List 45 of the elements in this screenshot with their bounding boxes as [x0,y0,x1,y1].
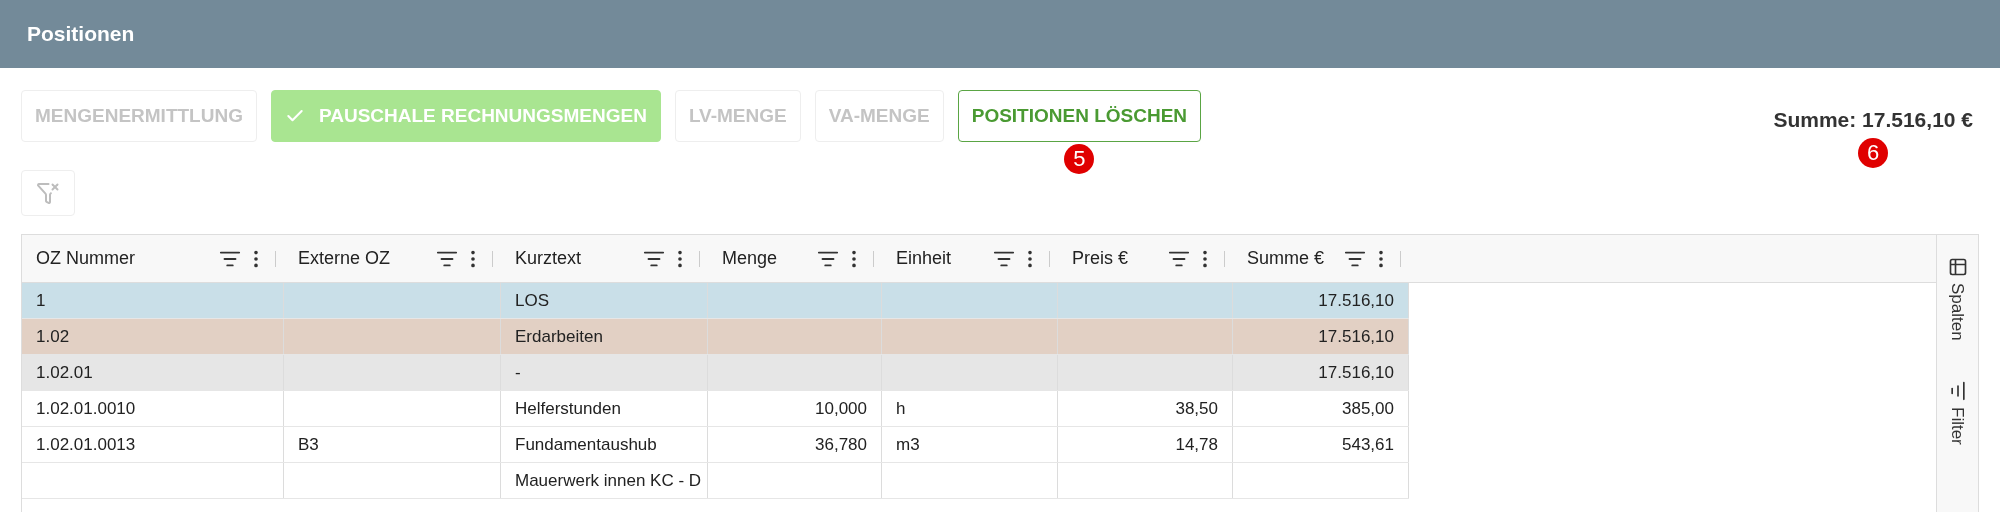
table-cell-text: 38,50 [1175,397,1218,420]
table-cell-text: Helferstunden [515,397,621,420]
column-header[interactable]: Einheit [882,235,1058,282]
column-header[interactable]: Preis € [1058,235,1233,282]
table-row[interactable]: Mauerwerk innen KC - D [22,463,1409,499]
side-panel-tab[interactable]: Spalten [1944,257,1971,341]
table-cell-text: m3 [896,433,920,456]
number-marker: 5 [1064,144,1095,174]
table-cell-text: 17.516,10 [1318,325,1394,348]
table-row[interactable]: 1.02.01 - 17.516,10 [22,355,1409,391]
table-row[interactable]: 1.02.01.0013 B3 Fundamentaushub 36,780 m3 14,78 543,61 [22,427,1409,463]
table-cell-text: 1 [36,289,46,312]
columns-icon [1947,257,1968,277]
table-row[interactable]: 1 LOS 17.516,10 [22,283,1409,319]
table-cell-text: 543,61 [1342,433,1394,456]
table-cell-text: 17.516,10 [1318,361,1394,384]
table-cell-text: LOS [515,289,550,312]
table-cell-text: Fundamentaushub [515,433,657,456]
side-panel-tab[interactable]: Filter [1944,380,1971,445]
table-cell-text: 1.02.01 [36,361,93,384]
total-sum: Summe: 17.516,10 € [1773,108,1973,131]
column-header[interactable]: Externe OZ [284,235,501,282]
table-row[interactable]: 1.02 Erdarbeiten 17.516,10 [22,319,1409,355]
toolbar-button[interactable]: POSITIONEN LÖSCHEN [957,90,1202,142]
table-cell-text: 10,000 [815,397,867,420]
column-header[interactable]: Summe € [1233,235,1409,282]
table-cell-text: Erdarbeiten [515,325,603,348]
column-header[interactable]: Kurztext [501,235,708,282]
column-header[interactable]: OZ Nummer [22,235,284,282]
table-cell-text: 17.516,10 [1318,289,1394,312]
filter-off-icon [36,181,60,205]
table-row[interactable]: 1.02.01.0010 Helferstunden 10,000 h 38,50 385,00 [22,391,1409,427]
column-header[interactable]: Menge [708,235,882,282]
table-cell-text: - [515,361,521,384]
page-title: Positionen [27,21,135,48]
table-cell-text: 14,78 [1175,433,1218,456]
table-cell-text: B3 [298,433,319,456]
table-cell-text: 1.02 [36,325,70,348]
number-marker: 6 [1858,137,1889,168]
table-cell-text: 385,00 [1342,397,1394,420]
table-cell-text: Mauerwerk innen KC - D [515,469,702,492]
table-cell-text: 1.02.01.0010 [36,397,136,420]
table-cell-text: 1.02.01.0013 [36,433,136,456]
table-cell-text: h [896,397,906,420]
table-cell-text: 36,780 [815,433,867,456]
